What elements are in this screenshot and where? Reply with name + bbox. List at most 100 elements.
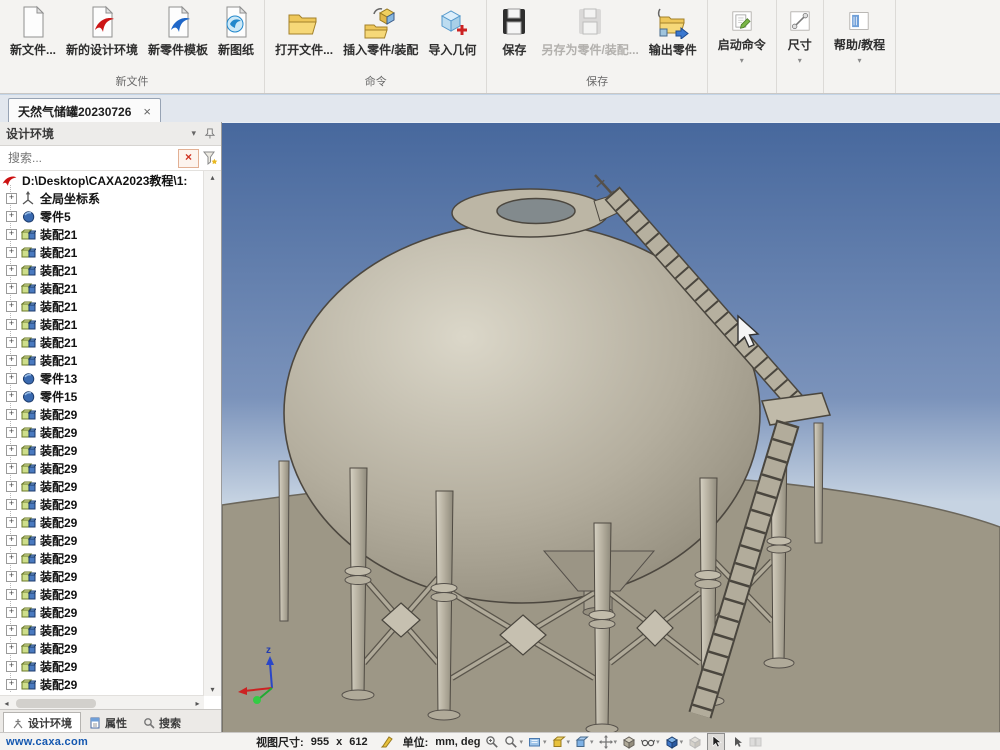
save-as-part-assembly-button[interactable]: 另存为零件/装配... bbox=[536, 2, 643, 58]
scrollbar-thumb[interactable] bbox=[16, 699, 96, 708]
chevron-down-icon[interactable]: ▾ bbox=[191, 128, 196, 139]
expand-icon[interactable]: + bbox=[6, 427, 17, 438]
annotate-icon[interactable] bbox=[380, 735, 393, 748]
filter-icon[interactable] bbox=[202, 150, 219, 167]
tree-item[interactable]: +装配29 bbox=[0, 477, 204, 495]
tree-horizontal-scrollbar[interactable]: ◂ ▸ bbox=[0, 695, 204, 710]
expand-icon[interactable]: + bbox=[6, 607, 17, 618]
caxa-website-link[interactable]: www.caxa.com bbox=[6, 736, 88, 748]
cursor-icon[interactable] bbox=[730, 735, 744, 749]
panel-tab-search[interactable]: 搜索 bbox=[135, 713, 189, 733]
dimension-button[interactable]: 尺寸▾ bbox=[782, 5, 818, 65]
expand-icon[interactable]: + bbox=[6, 301, 17, 312]
expand-icon[interactable]: + bbox=[6, 229, 17, 240]
import-geometry-button[interactable]: 导入几何 bbox=[423, 2, 481, 58]
expand-icon[interactable]: + bbox=[6, 265, 17, 276]
tree-item[interactable]: +装配29 bbox=[0, 567, 204, 585]
tree-item[interactable]: +装配29 bbox=[0, 459, 204, 477]
search-input[interactable] bbox=[6, 150, 178, 166]
expand-icon[interactable]: + bbox=[6, 193, 17, 204]
new-file-button[interactable]: 新文件... bbox=[5, 2, 61, 58]
open-file-button[interactable]: 打开文件... bbox=[270, 2, 338, 58]
select-cursor-icon[interactable] bbox=[707, 733, 725, 750]
expand-icon[interactable]: + bbox=[6, 355, 17, 366]
tree-item[interactable]: +装配29 bbox=[0, 441, 204, 459]
launch-command-button[interactable]: 启动命令▾ bbox=[713, 5, 771, 65]
expand-icon[interactable]: + bbox=[6, 391, 17, 402]
panel-tab-properties[interactable]: 属性 bbox=[81, 713, 135, 733]
expand-icon[interactable]: + bbox=[6, 643, 17, 654]
ghost-cube-icon[interactable] bbox=[688, 735, 702, 749]
tree-item[interactable]: +零件13 bbox=[0, 369, 204, 387]
tree-item[interactable]: +装配29 bbox=[0, 405, 204, 423]
tree-item[interactable]: +装配21 bbox=[0, 243, 204, 261]
expand-icon[interactable]: + bbox=[6, 625, 17, 636]
expand-icon[interactable]: + bbox=[6, 553, 17, 564]
expand-icon[interactable]: + bbox=[6, 337, 17, 348]
document-tab[interactable]: 天然气储罐20230726 × bbox=[8, 98, 161, 123]
pan-view-icon[interactable]: ▾ bbox=[528, 735, 547, 749]
export-part-button[interactable]: 输出零件 bbox=[644, 2, 702, 58]
panel-tab-design-env[interactable]: 设计环境 bbox=[3, 712, 81, 733]
expand-icon[interactable]: + bbox=[6, 373, 17, 384]
zoom-window-icon[interactable]: ▾ bbox=[504, 735, 523, 749]
tree-item[interactable]: +装配29 bbox=[0, 495, 204, 513]
tree-item[interactable]: +装配29 bbox=[0, 621, 204, 639]
help-tutorial-button[interactable]: 帮助/教程▾ bbox=[829, 5, 890, 65]
zoom-in-icon[interactable] bbox=[485, 735, 499, 749]
scroll-up-icon[interactable]: ▴ bbox=[210, 173, 214, 182]
tree-item[interactable]: +装配21 bbox=[0, 225, 204, 243]
expand-icon[interactable]: + bbox=[6, 679, 17, 690]
expand-icon[interactable]: + bbox=[6, 661, 17, 672]
tree-item[interactable]: +装配29 bbox=[0, 513, 204, 531]
tree-item[interactable]: +装配29 bbox=[0, 657, 204, 675]
tree-item[interactable]: +装配21 bbox=[0, 333, 204, 351]
expand-icon[interactable]: + bbox=[6, 589, 17, 600]
expand-icon[interactable]: + bbox=[6, 409, 17, 420]
expand-icon[interactable]: + bbox=[6, 499, 17, 510]
tree-item[interactable]: +装配29 bbox=[0, 639, 204, 657]
tree-item[interactable]: +装配21 bbox=[0, 261, 204, 279]
tree-vertical-scrollbar[interactable]: ▴ ▾ bbox=[203, 171, 221, 696]
tree-item[interactable]: +装配21 bbox=[0, 297, 204, 315]
expand-icon[interactable]: + bbox=[6, 517, 17, 528]
tree-item[interactable]: +零件15 bbox=[0, 387, 204, 405]
shaded-cube-icon[interactable] bbox=[622, 735, 636, 749]
save-button[interactable]: 保存 bbox=[492, 2, 536, 58]
viewport-3d[interactable]: z bbox=[222, 122, 1000, 733]
measure-icon[interactable] bbox=[749, 735, 763, 749]
tree-item[interactable]: +装配29 bbox=[0, 675, 204, 693]
view-cube-icon[interactable]: ▾ bbox=[665, 735, 684, 749]
display-mode-icon[interactable]: ▾ bbox=[575, 735, 594, 749]
new-design-environment-button[interactable]: 新的设计环境 bbox=[61, 2, 143, 58]
expand-icon[interactable]: + bbox=[6, 211, 17, 222]
expand-icon[interactable]: + bbox=[6, 445, 17, 456]
new-part-template-button[interactable]: 新零件模板 bbox=[143, 2, 213, 58]
tree-item[interactable]: +装配29 bbox=[0, 585, 204, 603]
close-icon[interactable]: × bbox=[143, 104, 151, 119]
scroll-right-icon[interactable]: ▸ bbox=[191, 699, 204, 708]
pin-icon[interactable] bbox=[204, 128, 215, 139]
scroll-down-icon[interactable]: ▾ bbox=[210, 685, 214, 694]
tree-item[interactable]: +装配29 bbox=[0, 603, 204, 621]
tree-item[interactable]: +装配21 bbox=[0, 279, 204, 297]
expand-icon[interactable]: + bbox=[6, 463, 17, 474]
render-style-icon[interactable]: ▾ bbox=[552, 735, 571, 749]
scroll-left-icon[interactable]: ◂ bbox=[0, 699, 13, 708]
tree-item[interactable]: +装配29 bbox=[0, 549, 204, 567]
expand-icon[interactable]: + bbox=[6, 283, 17, 294]
tree-item[interactable]: +装配29 bbox=[0, 531, 204, 549]
expand-icon[interactable]: + bbox=[6, 319, 17, 330]
move-view-icon[interactable]: ▾ bbox=[599, 735, 618, 749]
perspective-view-icon[interactable]: ▾ bbox=[641, 735, 660, 749]
tree-item[interactable]: +零件5 bbox=[0, 207, 204, 225]
tree-item[interactable]: +装配29 bbox=[0, 423, 204, 441]
expand-icon[interactable]: + bbox=[6, 247, 17, 258]
expand-icon[interactable]: + bbox=[6, 481, 17, 492]
tree-item[interactable]: +装配21 bbox=[0, 315, 204, 333]
expand-icon[interactable]: + bbox=[6, 535, 17, 546]
expand-icon[interactable]: + bbox=[6, 571, 17, 582]
tree-root-item[interactable]: D:\Desktop\CAXA2023教程\1: bbox=[0, 171, 204, 189]
clear-search-button[interactable]: × bbox=[178, 149, 199, 168]
insert-part-assembly-button[interactable]: 插入零件/装配 bbox=[338, 2, 423, 58]
